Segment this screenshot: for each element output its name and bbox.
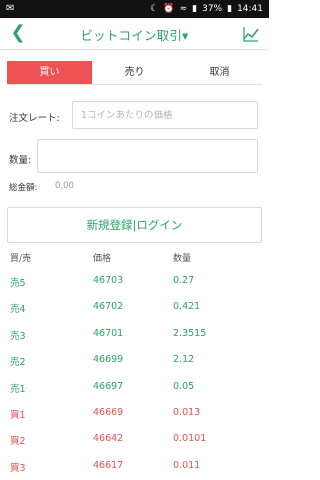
order-row[interactable]: 買2 46642 0.0101 (0, 428, 269, 454)
order-amount: 0.013 (173, 406, 201, 418)
tab-cancel[interactable]: 取消 (177, 61, 262, 84)
order-book: 売5 46703 0.27 売4 46702 0.421 売3 46701 2.… (0, 270, 269, 480)
order-amount: 0.27 (173, 275, 195, 286)
rate-label: 注文レート: (9, 113, 60, 124)
status-icons: ☾ ⏰ ≈ ▮ 37% ▮ 14:41 (150, 4, 263, 14)
order-row[interactable]: 買3 46617 0.011 (0, 455, 269, 480)
order-amount: 2.3515 (173, 327, 207, 339)
notification-icon: ✉ (6, 3, 15, 14)
order-side: 売1 (10, 383, 26, 395)
order-side: 買3 (10, 462, 26, 474)
order-row[interactable]: 売2 46699 2.12 (0, 349, 269, 375)
app-bar: ❮ ビットコイン取引▾ (0, 18, 269, 50)
quantity-field[interactable] (37, 139, 258, 173)
order-side: 買1 (10, 409, 26, 421)
side-column-header: 買/売 (10, 254, 32, 264)
rate-input[interactable] (73, 102, 257, 128)
battery-icon: ▮ (227, 4, 233, 14)
rate-field[interactable] (72, 101, 258, 129)
order-price: 46701 (93, 327, 124, 339)
total-label: 総金額: (9, 183, 38, 193)
order-price: 46617 (93, 459, 124, 471)
order-row[interactable]: 売3 46701 2.3515 (0, 323, 269, 349)
tab-sell[interactable]: 売り (92, 61, 177, 84)
order-amount: 2.12 (173, 354, 195, 366)
trade-type-tabs: 買い 売り 取消 (7, 61, 262, 85)
total-value: 0.00 (55, 181, 74, 191)
order-price: 46697 (93, 380, 124, 392)
alarm-icon: ⏰ (163, 4, 175, 14)
clock: 14:41 (237, 4, 263, 14)
page-title-dropdown[interactable]: ビットコイン取引▾ (80, 25, 188, 44)
register-login-button[interactable]: 新規登録|ログイン (7, 207, 262, 243)
order-amount: 0.05 (173, 380, 195, 392)
order-price: 46699 (93, 354, 124, 366)
status-bar: ✉ ☾ ⏰ ≈ ▮ 37% ▮ 14:41 (0, 0, 269, 18)
battery-percent: 37% (202, 4, 223, 14)
do-not-disturb-icon: ☾ (150, 4, 159, 14)
quantity-input[interactable] (38, 140, 257, 172)
order-row[interactable]: 売1 46697 0.05 (0, 376, 269, 402)
order-amount: 0.0101 (173, 433, 207, 445)
order-amount: 0.011 (173, 459, 201, 471)
order-price: 46702 (93, 301, 124, 313)
order-row[interactable]: 買1 46669 0.013 (0, 402, 269, 428)
order-side: 売5 (10, 278, 26, 289)
order-side: 買2 (10, 436, 26, 448)
wifi-icon: ≈ (179, 4, 188, 14)
quantity-label: 数量: (9, 155, 32, 166)
amount-column-header: 数量 (173, 254, 192, 264)
order-side: 売3 (10, 330, 26, 342)
tab-buy[interactable]: 買い (7, 61, 92, 84)
back-arrow-icon[interactable]: ❮ (8, 23, 28, 43)
order-side: 売4 (10, 304, 26, 316)
price-column-header: 価格 (93, 254, 112, 264)
order-price: 46642 (93, 433, 124, 445)
order-side: 売2 (10, 357, 26, 369)
signal-icon: ▮ (192, 4, 198, 14)
order-row[interactable]: 売4 46702 0.421 (0, 296, 269, 322)
order-price: 46703 (93, 275, 124, 286)
order-amount: 0.421 (173, 301, 201, 313)
order-price: 46669 (93, 406, 124, 418)
order-book-header: 買/売 価格 数量 (0, 251, 269, 265)
line-chart-icon[interactable] (243, 26, 259, 42)
order-row[interactable]: 売5 46703 0.27 (0, 270, 269, 296)
